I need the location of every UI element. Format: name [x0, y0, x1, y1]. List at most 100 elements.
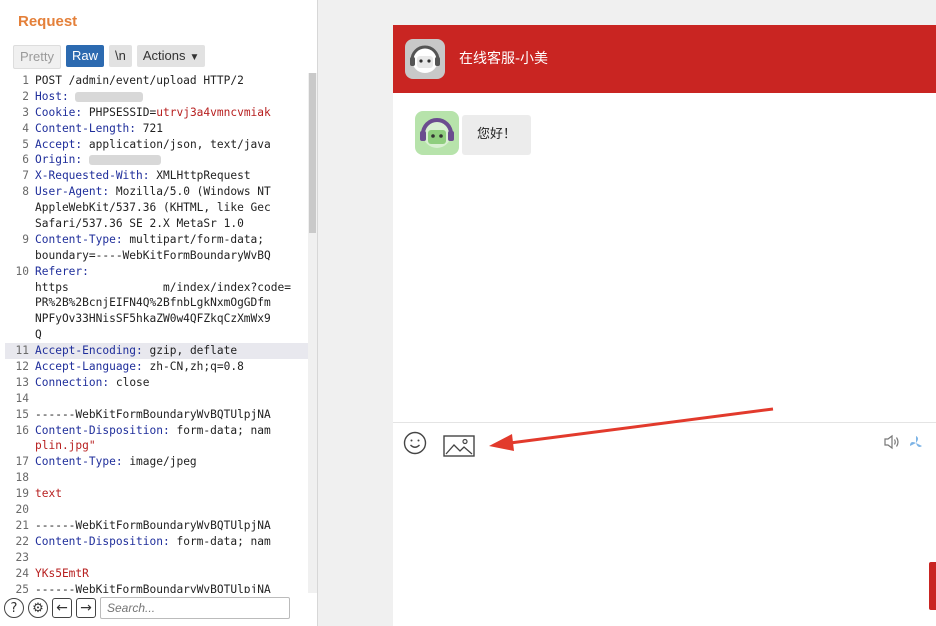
smile-icon[interactable] — [403, 431, 427, 455]
header-value: XMLHttpRequest — [156, 169, 251, 183]
tab-pretty[interactable]: Pretty — [13, 45, 61, 69]
line-number: 4 — [22, 121, 29, 135]
header-value: application/json, text/java — [88, 137, 271, 151]
request-text: https m/index/index?code= — [35, 280, 291, 294]
header-key: Content-Type — [35, 455, 116, 469]
line-number: 23 — [15, 550, 29, 564]
line-number: 15 — [15, 407, 29, 421]
scroll-thumb[interactable] — [309, 73, 316, 233]
request-line: 17 Content-Type: image/jpeg — [5, 454, 317, 470]
line-number: 13 — [15, 375, 29, 389]
line-number: 14 — [15, 391, 29, 405]
request-line: 13 Connection: close — [5, 375, 317, 391]
header-value: zh-CN,zh;q=0.8 — [149, 360, 244, 374]
header-value: Mozilla/5.0 (Windows NT — [115, 185, 271, 199]
forward-arrow-icon[interactable]: → — [76, 598, 96, 618]
request-line: 12 Accept-Language: zh-CN,zh;q=0.8 — [5, 359, 317, 375]
request-line: 3 Cookie: PHPSESSID=utrvj3a4vmncvmiak — [5, 105, 317, 121]
request-line: 20 — [5, 502, 317, 518]
line-number: 22 — [15, 534, 29, 548]
request-line: 6 Origin: — [5, 152, 317, 168]
request-line: 4 Content-Length: 721 — [5, 121, 317, 137]
header-colon: : — [75, 153, 89, 167]
request-line: 14 — [5, 391, 317, 407]
sound-icon[interactable] — [883, 433, 901, 451]
agent-avatar-icon — [405, 39, 445, 79]
line-number: 3 — [22, 105, 29, 119]
line-number: 11 — [15, 344, 29, 358]
line-number: 6 — [22, 153, 29, 167]
request-line: 8 User-Agent: Mozilla/5.0 (Windows NT — [5, 184, 317, 200]
request-line: 25 ------WebKitFormBoundaryWvBQTUlpjNA — [5, 582, 317, 594]
request-line: PR%2B%2BcnjEIFN4Q%2BfnbLgkNxmOgGDfm — [5, 295, 317, 311]
request-line: 24 YKs5EmtR — [5, 566, 317, 582]
request-text: boundary=----WebKitFormBoundaryWvBQ — [35, 248, 271, 262]
cookie-value: utrvj3a4vmncvmiak — [156, 105, 271, 119]
line-number: 21 — [15, 518, 29, 532]
header-colon: : — [75, 105, 89, 119]
header-key: Content-Disposition — [35, 534, 163, 548]
header-value: form-data; nam — [176, 423, 271, 437]
line-number: 1 — [22, 74, 29, 87]
request-line: 11 Accept-Encoding: gzip, deflate — [5, 343, 317, 360]
request-line: boundary=----WebKitFormBoundaryWvBQ — [5, 248, 317, 264]
line-number: 9 — [22, 232, 29, 246]
request-body[interactable]: 1 POST /admin/event/upload HTTP/2 2 Host: 3… — [5, 73, 317, 593]
tab-newline[interactable]: \n — [108, 45, 132, 67]
request-text: NPFyOv33HNisSF5hkaZW0w4QFZkqCzXmWx9 — [35, 312, 271, 326]
request-text: ------WebKitFormBoundaryWvBQTUlpjNA — [35, 582, 271, 594]
header-key: Connection — [35, 375, 103, 389]
request-line: 22 Content-Disposition: form-data; nam — [5, 534, 317, 550]
header-colon: : — [115, 455, 130, 469]
line-number: 10 — [15, 264, 29, 278]
body-value: YKs5EmtR — [35, 566, 89, 580]
line-number: 24 — [15, 566, 29, 580]
actions-menu[interactable]: Actions ▼ — [136, 45, 206, 67]
line-number: 17 — [15, 455, 29, 469]
request-title: Request — [18, 13, 78, 30]
request-line: 2 Host: — [5, 89, 317, 105]
fan-icon[interactable] — [908, 435, 924, 451]
header-value: close — [115, 375, 150, 389]
request-line: 9 Content-Type: multipart/form-data; — [5, 232, 317, 248]
header-value: 721 — [142, 121, 163, 135]
request-line: 18 — [5, 470, 317, 486]
line-number: 25 — [15, 582, 29, 594]
input-divider — [393, 422, 936, 423]
request-line: NPFyOv33HNisSF5hkaZW0w4QFZkqCzXmWx9 — [5, 311, 317, 327]
request-line: Q — [5, 327, 317, 343]
redacted-block — [75, 91, 144, 102]
request-scrollbar[interactable] — [308, 73, 317, 593]
request-view-tabs: Pretty Raw \n Actions ▼ — [13, 45, 206, 69]
request-line: 5 Accept: application/json, text/java — [5, 137, 317, 153]
chat-title: 在线客服-小美 — [459, 51, 549, 67]
header-colon: : — [82, 264, 96, 278]
header-colon: : — [162, 423, 177, 437]
header-key: Referer — [35, 264, 83, 278]
line-number: 5 — [22, 137, 29, 151]
header-colon: : — [102, 375, 116, 389]
header-colon: : — [102, 185, 116, 199]
image-icon[interactable] — [443, 435, 475, 457]
message-avatar-icon — [415, 111, 459, 155]
header-key: Cookie — [35, 105, 76, 119]
tab-raw[interactable]: Raw — [65, 45, 104, 67]
header-key: Origin — [35, 153, 76, 167]
search-input[interactable] — [100, 597, 290, 619]
request-line: 19 text — [5, 486, 317, 502]
gear-icon[interactable]: ⚙ — [28, 598, 48, 618]
request-text: AppleWebKit/537.36 (KHTML, like Gec — [35, 201, 271, 215]
request-footer: ? ⚙ ← → — [4, 594, 314, 622]
header-colon: : — [136, 360, 150, 374]
header-key: Host — [35, 89, 62, 103]
request-line: AppleWebKit/537.36 (KHTML, like Gec — [5, 200, 317, 216]
request-text: PR%2B%2BcnjEIFN4Q%2BfnbLgkNxmOgGDfm — [35, 296, 271, 310]
line-number: 20 — [15, 503, 29, 517]
header-key: Content-Length — [35, 121, 130, 135]
request-line: 7 X-Requested-With: XMLHttpRequest — [5, 168, 317, 184]
redacted-block — [88, 155, 161, 166]
send-button[interactable] — [929, 562, 936, 610]
help-icon[interactable]: ? — [4, 598, 24, 618]
back-arrow-icon[interactable]: ← — [52, 598, 72, 618]
chevron-down-icon: ▼ — [189, 52, 200, 63]
